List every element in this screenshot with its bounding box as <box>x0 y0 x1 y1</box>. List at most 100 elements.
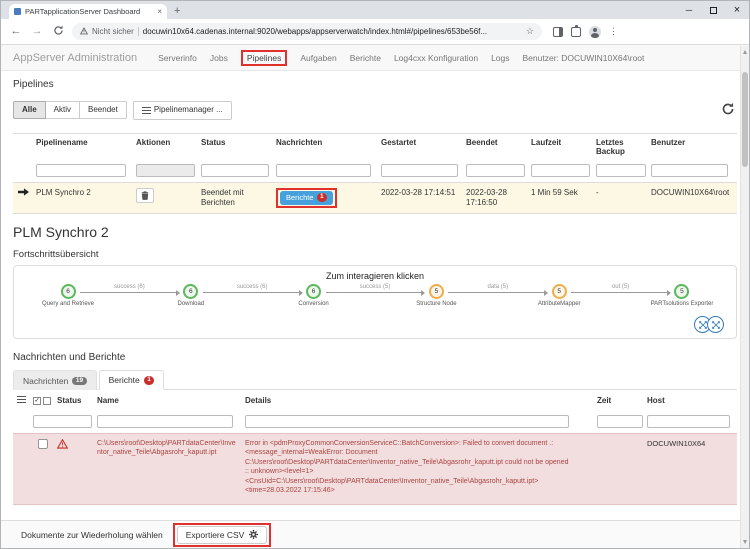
node-partsolutions-exporter[interactable]: 5 PARTsolutions Exporter <box>651 284 713 318</box>
tab-nachrichten[interactable]: Nachrichten 19 <box>13 370 97 391</box>
tab-close-icon[interactable]: × <box>157 7 162 16</box>
node-count: 5 <box>551 284 567 300</box>
page-scrollbar[interactable] <box>740 46 749 548</box>
pipeline-detail-title: PLM Synchro 2 <box>13 224 109 241</box>
arrows-out-icon <box>711 320 720 329</box>
row-expand-arrow-icon[interactable] <box>13 187 36 199</box>
pipelines-section-title: Pipelines <box>13 79 54 90</box>
nav-item-log4cxx[interactable]: Log4cxx Konfiguration <box>394 53 478 63</box>
filter-beendet-input[interactable] <box>466 163 525 177</box>
scroll-up-icon[interactable] <box>743 50 747 54</box>
filter-alle-button[interactable]: Alle <box>13 101 46 120</box>
nav-item-logs[interactable]: Logs <box>491 53 509 63</box>
diagram-expand-button[interactable] <box>707 316 724 334</box>
report-row[interactable]: C:\Users\root\Desktop\PARTdataCenter\Inv… <box>13 432 737 505</box>
select-all-cell: ✓ <box>33 396 57 405</box>
scroll-down-icon[interactable] <box>743 540 747 544</box>
filter-aktiv-button[interactable]: Aktiv <box>45 101 81 120</box>
new-tab-button[interactable]: + <box>174 5 180 17</box>
node-attributemapper[interactable]: 5 AttributeMapper <box>537 284 581 318</box>
mheader-name[interactable]: Name <box>97 396 245 405</box>
nav-item-berichte[interactable]: Berichte <box>350 53 381 63</box>
header-aktionen[interactable]: Aktionen <box>136 138 201 147</box>
header-gestartet[interactable]: Gestartet <box>381 138 466 147</box>
node-query-and-retrieve[interactable]: 6 Query and Retrieve <box>42 284 94 318</box>
filter-gestartet-input[interactable] <box>381 163 458 177</box>
address-separator <box>137 27 139 36</box>
security-warning-icon[interactable] <box>79 26 89 37</box>
select-retry-documents-label[interactable]: Dokumente zur Wiederholung wählen <box>21 530 163 540</box>
node-download[interactable]: 6 Download <box>169 284 213 318</box>
back-icon[interactable]: ← <box>9 26 23 37</box>
minimize-button[interactable]: ─ <box>677 1 701 19</box>
pipeline-diagram[interactable]: Zum interagieren klicken 6 Query and Ret… <box>13 265 737 340</box>
mheader-host[interactable]: Host <box>647 396 737 405</box>
node-structure-node[interactable]: 5 Structure Node <box>414 284 458 318</box>
delete-pipeline-button[interactable] <box>136 187 154 203</box>
export-csv-button[interactable]: Exportiere CSV <box>176 525 268 544</box>
bookmark-star-icon[interactable]: ☆ <box>526 26 534 37</box>
refresh-button[interactable] <box>721 102 735 119</box>
header-laufzeit[interactable]: Laufzeit <box>531 138 596 147</box>
berichte-button[interactable]: Berichte 1 <box>280 190 334 205</box>
browser-tab-strip: PARTapplicationServer Dashboard × + ─ × <box>1 1 749 19</box>
nav-item-serverinfo[interactable]: Serverinfo <box>158 53 197 63</box>
header-nachrichten[interactable]: Nachrichten <box>276 138 381 147</box>
maximize-icon <box>709 6 717 14</box>
node-label: Query and Retrieve <box>41 301 95 308</box>
select-none-icon[interactable] <box>43 396 52 405</box>
side-panel-icon[interactable] <box>553 26 563 37</box>
table-menu-icon[interactable] <box>17 394 26 405</box>
pipeline-row[interactable]: PLM Synchro 2 Beendet mit Berichten Beri… <box>13 181 737 215</box>
browser-tab[interactable]: PARTapplicationServer Dashboard × <box>9 4 167 19</box>
header-letztes-backup[interactable]: Letztes Backup <box>596 138 651 156</box>
address-bar[interactable]: Nicht sicher docuwin10x64.cadenas.intern… <box>72 23 542 40</box>
user-label[interactable]: Benutzer: DOCUWIN10X64\root <box>523 53 645 63</box>
mfilter-name-input[interactable] <box>97 414 234 428</box>
pipeline-status-cell: Beendet mit Berichten <box>201 187 244 207</box>
messages-section-title: Nachrichten und Berichte <box>13 352 126 364</box>
mfilter-host-input[interactable] <box>647 414 730 428</box>
tab-berichte[interactable]: Berichte 1 <box>98 370 165 391</box>
filter-benutzer-input[interactable] <box>651 163 729 177</box>
report-row-checkbox[interactable] <box>38 438 48 449</box>
mheader-details[interactable]: Details <box>245 396 597 405</box>
pipelines-table: Pipelinename Aktionen Status Nachrichten… <box>13 132 737 215</box>
header-beendet[interactable]: Beendet <box>466 138 531 147</box>
pipeline-name-cell[interactable]: PLM Synchro 2 <box>36 188 136 198</box>
mfilter-zeit-input[interactable] <box>597 414 643 428</box>
filter-pipelinename-input[interactable] <box>36 163 126 177</box>
filter-backup-input[interactable] <box>596 163 646 177</box>
pipelinemanager-button[interactable]: Pipelinemanager ... <box>132 101 232 120</box>
select-all-checked-icon[interactable]: ✓ <box>33 396 41 405</box>
pipeline-ended-cell: 2022-03-28 17:16:50 <box>466 187 507 207</box>
header-pipelinename[interactable]: Pipelinename <box>36 138 136 147</box>
mheader-status[interactable]: Status <box>57 396 97 405</box>
header-status[interactable]: Status <box>201 138 276 147</box>
filter-beendet-button[interactable]: Beendet <box>80 101 127 120</box>
nav-item-jobs[interactable]: Jobs <box>210 53 228 63</box>
forward-icon[interactable]: → <box>30 26 44 37</box>
tab-title: PARTapplicationServer Dashboard <box>25 7 141 16</box>
node-conversion[interactable]: 6 Conversion <box>292 284 336 318</box>
browser-menu-icon[interactable]: ⋮ <box>609 26 618 37</box>
filter-nachrichten-input[interactable] <box>276 163 371 177</box>
filter-status-input[interactable] <box>201 163 269 177</box>
report-name-cell: C:\Users\root\Desktop\PARTdataCenter\Inv… <box>97 439 236 457</box>
profile-avatar[interactable] <box>589 25 601 38</box>
mfilter-status-input[interactable] <box>33 414 92 428</box>
security-label[interactable]: Nicht sicher <box>92 27 134 36</box>
header-benutzer[interactable]: Benutzer <box>651 138 737 147</box>
reload-icon[interactable] <box>51 25 65 39</box>
extensions-icon[interactable] <box>571 24 581 37</box>
maximize-button[interactable] <box>701 1 725 19</box>
mheader-zeit[interactable]: Zeit <box>597 396 647 405</box>
nav-item-pipelines[interactable]: Pipelines <box>247 53 282 63</box>
scrollbar-thumb[interactable] <box>742 72 748 167</box>
nav-item-aufgaben[interactable]: Aufgaben <box>300 53 336 63</box>
url-text[interactable]: docuwin10x64.cadenas.internal:9020/webap… <box>143 27 522 36</box>
close-window-button[interactable]: × <box>725 1 749 19</box>
mfilter-details-input[interactable] <box>245 414 569 428</box>
filter-laufzeit-input[interactable] <box>531 163 590 177</box>
node-label: Structure Node <box>416 301 457 308</box>
